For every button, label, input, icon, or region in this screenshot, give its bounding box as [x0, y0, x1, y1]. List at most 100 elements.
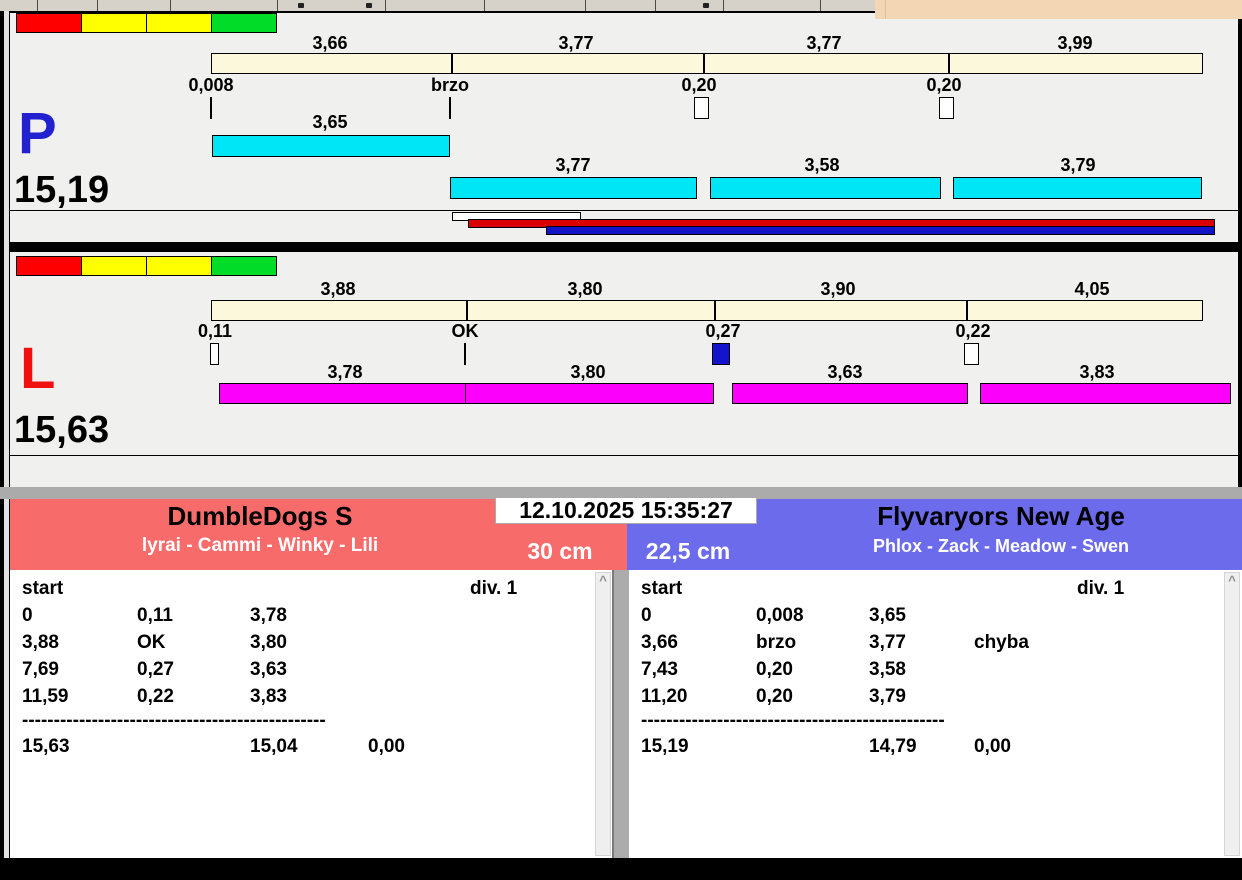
leg-segments-bar [211, 300, 1203, 321]
table-cell: 0,008 [756, 605, 804, 626]
table-division-label: div. 1 [470, 578, 518, 599]
table-cell: 0 [641, 605, 652, 626]
window-corner-divider [885, 0, 886, 19]
scroll-up-icon[interactable]: ^ [1225, 574, 1239, 588]
panel-divider-line [10, 210, 1238, 211]
result-table-right[interactable]: start div. 1 0 0,008 3,65 3,66 brzo 3,77… [629, 570, 1242, 858]
flyball-timing-screen: 3,66 3,77 3,77 3,99 0,008 brzo 0,20 0,20… [0, 0, 1242, 880]
table-cell: chyba [974, 632, 1029, 653]
table-clean-time: 14,79 [869, 736, 917, 757]
table-division-label: div. 1 [1077, 578, 1125, 599]
table-cell: 3,66 [641, 632, 678, 653]
jump-height: 30 cm [527, 538, 593, 564]
dog-time-label: 3,79 [1060, 155, 1096, 175]
leg-time-label: 3,90 [820, 279, 856, 299]
table-cell: 3,88 [22, 632, 59, 653]
leg-time-label: 3,77 [806, 33, 842, 53]
team-dogs: Phlox - Zack - Meadow - Swen [872, 536, 1130, 556]
dog-run-bar [219, 383, 466, 404]
cropped-toolbar-glyph [703, 3, 709, 8]
panel-divider-line [10, 455, 1238, 456]
status-light-yellow [81, 13, 147, 33]
table-start-label: start [641, 578, 683, 599]
status-light-green [211, 13, 277, 33]
dog-run-bar [953, 177, 1202, 199]
table-cell: OK [137, 632, 166, 653]
window-corner-panel [875, 0, 1242, 19]
leg-separator [948, 54, 950, 73]
leg-time-label: 3,80 [567, 279, 603, 299]
leg-separator [466, 301, 468, 320]
team-name: Flyvaryors New Age [877, 501, 1125, 531]
status-light-yellow [146, 256, 212, 276]
leg-separator [451, 54, 453, 73]
dog-time-label: 3,78 [327, 362, 363, 382]
scroll-up-icon[interactable]: ^ [596, 574, 610, 588]
crossing-marker [964, 343, 979, 365]
leg-separator [714, 301, 716, 320]
lane-total-time: 15,63 [14, 409, 110, 451]
table-cell: 0,20 [756, 686, 793, 707]
dog-run-bar [212, 135, 450, 157]
lane-total-time: 15,19 [14, 169, 110, 211]
leg-separator [703, 54, 705, 73]
table-cell: 0,20 [756, 659, 793, 680]
table-cell: 0,22 [137, 686, 174, 707]
dog-run-bar [450, 177, 697, 199]
toolbar-separator [170, 0, 171, 11]
status-light-red [16, 13, 82, 33]
table-total-time: 15,63 [22, 736, 70, 757]
table-gap-divider [612, 570, 629, 858]
crossing-marker [939, 97, 954, 119]
result-table-left[interactable]: start div. 1 0 0,11 3,78 3,88 OK 3,80 7,… [10, 570, 612, 858]
table-start-label: start [22, 578, 64, 599]
status-light-yellow [81, 256, 147, 276]
status-light-red [16, 256, 82, 276]
table-scrollbar[interactable]: ^ [595, 572, 611, 856]
toolbar-separator [277, 0, 278, 11]
crossing-label: OK [451, 321, 479, 341]
dog-time-label: 3,77 [555, 155, 591, 175]
toolbar-separator [385, 0, 386, 11]
table-cell: 3,80 [250, 632, 287, 653]
dog-run-bar [465, 383, 714, 404]
table-scrollbar[interactable]: ^ [1224, 572, 1240, 856]
toolbar-separator [655, 0, 656, 11]
crossing-marker [449, 97, 451, 119]
table-cell: 3,58 [869, 659, 906, 680]
toolbar-separator [723, 0, 724, 11]
crossing-marker [210, 97, 212, 119]
leg-time-label: 3,99 [1057, 33, 1093, 53]
status-light-yellow [146, 13, 212, 33]
dog-run-bar [980, 383, 1231, 404]
table-separator-dashes: ----------------------------------------… [641, 710, 945, 731]
leg-time-label: 3,88 [320, 279, 356, 299]
status-light-green [211, 256, 277, 276]
table-cell: 0,11 [137, 605, 173, 626]
table-penalty-time: 0,00 [368, 736, 405, 757]
crossing-label: 0,008 [188, 75, 234, 95]
lane-letter: P [18, 101, 57, 166]
crossing-label: 0,27 [705, 321, 741, 341]
dog-time-label: 3,80 [570, 362, 606, 382]
crossing-label: 0,11 [197, 321, 233, 341]
cropped-toolbar[interactable] [0, 0, 875, 11]
toolbar-separator [585, 0, 586, 11]
date-time-display: 12.10.2025 15:35:27 [495, 497, 757, 524]
dog-time-label: 3,83 [1079, 362, 1115, 382]
crossing-marker [210, 343, 219, 365]
crossing-label: 0,20 [681, 75, 717, 95]
crossing-label: 0,20 [926, 75, 962, 95]
table-clean-time: 15,04 [250, 736, 298, 757]
table-separator-dashes: ----------------------------------------… [22, 710, 326, 731]
table-cell: brzo [756, 632, 797, 653]
lane-letter: L [20, 336, 56, 401]
leg-segments-bar [211, 53, 1203, 74]
leg-time-label: 3,66 [312, 33, 348, 53]
table-cell: 0,27 [137, 659, 174, 680]
table-cell: 3,78 [250, 605, 287, 626]
table-cell: 3,63 [250, 659, 287, 680]
lane-panel-p: 3,66 3,77 3,77 3,99 0,008 brzo 0,20 0,20… [10, 13, 1238, 242]
table-cell: 3,83 [250, 686, 287, 707]
toolbar-separator [484, 0, 485, 11]
